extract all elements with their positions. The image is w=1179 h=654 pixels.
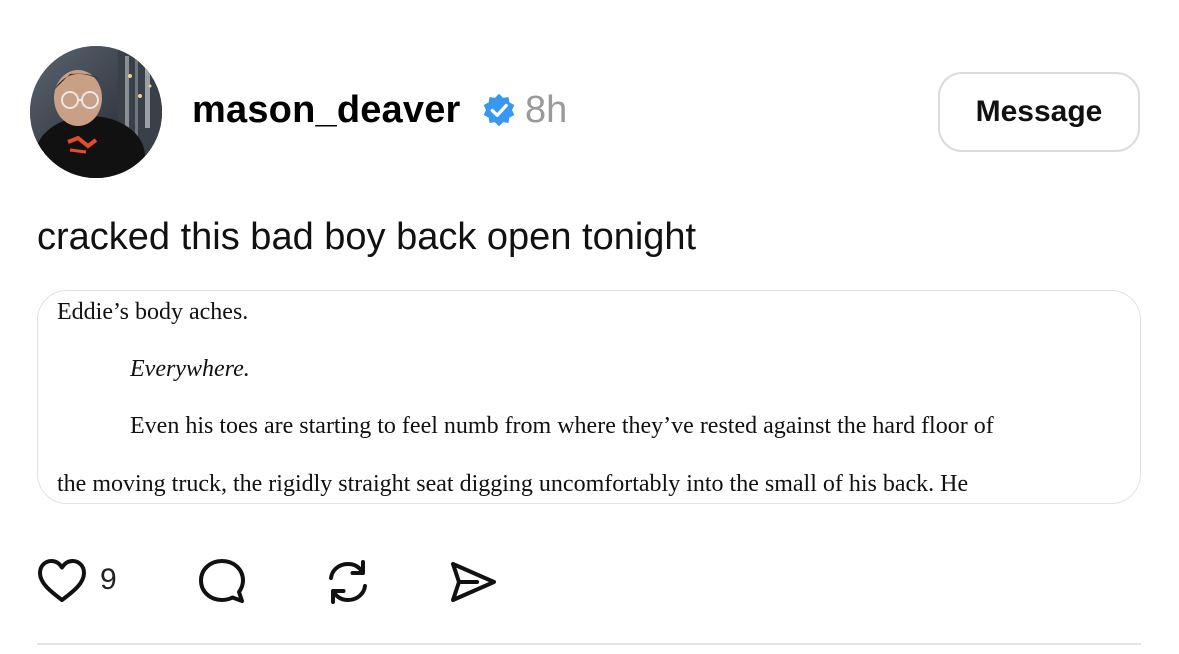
like-count: 9 (100, 563, 117, 596)
repost-icon[interactable] (322, 556, 374, 608)
username[interactable]: mason_deaver (192, 86, 461, 134)
text-attachment[interactable]: Eddie’s body aches. Everywhere. Even his… (37, 290, 1141, 504)
heart-icon[interactable] (36, 556, 88, 608)
attachment-line: Eddie’s body aches. (57, 299, 249, 325)
comment-icon[interactable] (196, 556, 248, 608)
post-actions: 9 (0, 550, 1179, 610)
attachment-line: the moving truck, the rigidly straight s… (57, 471, 969, 497)
verified-badge-icon (483, 93, 515, 127)
post-caption: cracked this bad boy back open tonight (37, 216, 697, 258)
attachment-line: Even his toes are starting to feel numb … (130, 413, 994, 439)
post-divider (37, 643, 1141, 645)
attachment-line: Everywhere. (130, 356, 250, 382)
message-button[interactable]: Message (938, 72, 1140, 152)
avatar-photo (30, 46, 162, 178)
timestamp[interactable]: 8h (525, 86, 567, 134)
send-icon[interactable] (447, 556, 499, 608)
avatar[interactable] (30, 46, 162, 178)
